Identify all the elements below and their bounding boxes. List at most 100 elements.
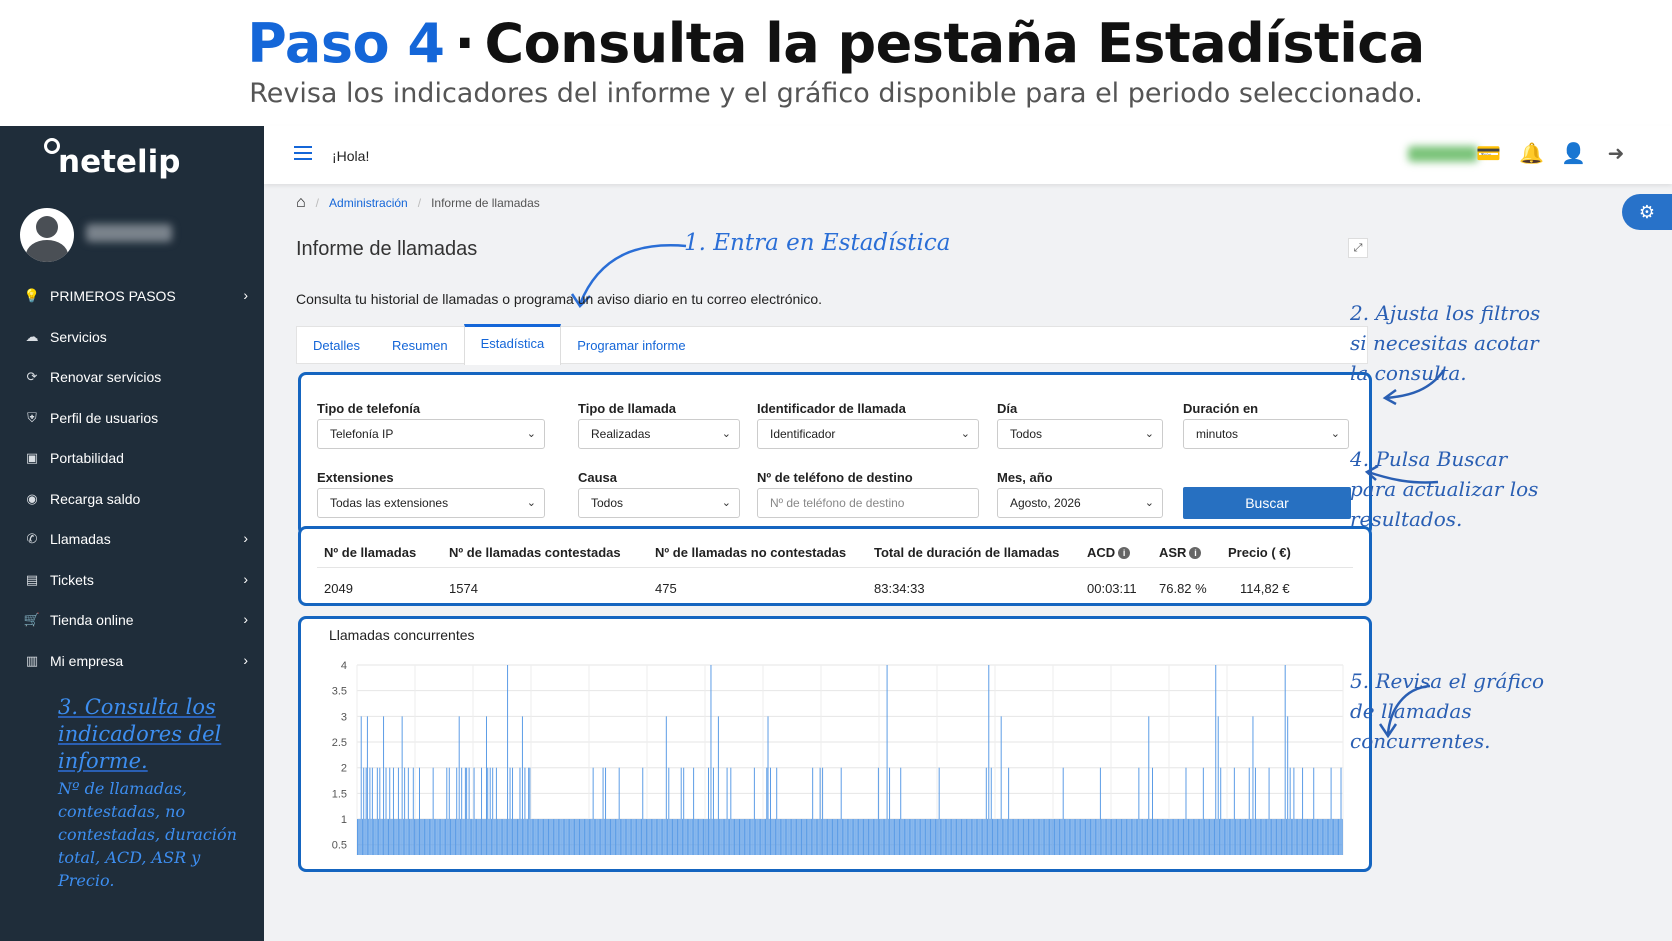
chart-bar — [807, 819, 809, 855]
chart-bar — [590, 819, 592, 855]
chart-bar — [853, 819, 855, 855]
banner-step: Paso 4 — [247, 12, 445, 75]
chart-bar — [1015, 819, 1017, 855]
chart-bar — [949, 819, 951, 855]
chart-bar — [466, 767, 468, 855]
sidebar-item-mi-empresa[interactable]: ▥ Mi empresa › — [0, 641, 264, 682]
avatar[interactable] — [20, 208, 74, 262]
chart-bar — [1201, 819, 1203, 855]
chart-bar — [420, 819, 422, 855]
sidebar-item-llamadas[interactable]: ✆ Llamadas › — [0, 519, 264, 560]
chart-bar — [920, 819, 922, 855]
tab-resumen[interactable]: Resumen — [376, 327, 464, 363]
tab-estadistica[interactable]: Estadística — [463, 324, 562, 365]
chart-bar — [391, 819, 393, 855]
select-duracion[interactable]: minutos ⌄ — [1183, 419, 1349, 449]
chart-bar — [1249, 819, 1251, 855]
buscar-button[interactable]: Buscar — [1183, 487, 1351, 519]
chart-bar — [1174, 819, 1176, 855]
chart-bar — [1123, 819, 1125, 855]
select-mes-ano[interactable]: Agosto, 2026 ⌄ — [997, 488, 1163, 518]
bell-icon[interactable]: 🔔 — [1519, 142, 1544, 166]
chart-bar — [1013, 819, 1015, 855]
chart-bar — [472, 819, 474, 855]
chart-bar — [1164, 819, 1166, 855]
chart-bar — [892, 819, 894, 855]
telefono-destino-input[interactable] — [757, 488, 979, 518]
chart-bar — [685, 819, 687, 855]
chart-bar — [1111, 819, 1113, 855]
chart-bar — [1010, 819, 1012, 855]
chart-bar — [890, 819, 892, 855]
info-icon[interactable]: i — [1118, 547, 1131, 559]
sidebar-item-renovar-servicios[interactable]: ⟳ Renovar servicios — [0, 357, 264, 398]
sidebar-item-tienda-online[interactable]: 🛒 Tienda online › — [0, 600, 264, 641]
chart-bar — [694, 819, 696, 855]
card-icon[interactable]: 💳 — [1476, 142, 1501, 166]
chart-bar — [1330, 767, 1332, 855]
chart-bar — [698, 819, 700, 855]
breadcrumb-administracion[interactable]: Administración — [329, 196, 408, 210]
chart-bar — [361, 819, 363, 855]
chart-bar — [383, 716, 385, 855]
tab-detalles[interactable]: Detalles — [297, 327, 376, 363]
sidebar-item-recarga-saldo[interactable]: ◉ Recarga saldo — [0, 479, 264, 520]
sidebar-item-perfil-de-usuarios[interactable]: ⛨ Perfil de usuarios — [0, 398, 264, 439]
chart-bar — [1298, 819, 1300, 855]
user-icon[interactable]: 👤 — [1561, 142, 1586, 166]
chart-bar — [776, 767, 778, 855]
expand-icon[interactable]: ⤢ — [1348, 238, 1368, 258]
chart-bar — [641, 819, 643, 855]
y-tick-label: 2 — [341, 763, 347, 775]
chart-bar — [745, 819, 747, 855]
home-icon[interactable]: ⌂ — [296, 194, 306, 212]
chevron-down-icon: ⌄ — [1330, 428, 1340, 440]
chart-bar — [736, 819, 738, 855]
select-dia[interactable]: Todos ⌄ — [997, 419, 1163, 449]
chart-bar — [921, 819, 923, 855]
tab-bar: Detalles Resumen Estadística Programar i… — [296, 324, 1368, 365]
chart-bar — [1199, 819, 1201, 855]
select-tipo-telefonia[interactable]: Telefonía IP ⌄ — [317, 419, 545, 449]
chart-bar — [1313, 767, 1315, 855]
sidebar-item-tickets[interactable]: ▤ Tickets › — [0, 560, 264, 601]
select-identificador[interactable]: Identificador ⌄ — [757, 419, 979, 449]
select-tipo-llamada[interactable]: Realizadas ⌄ — [578, 419, 740, 449]
chart-bar — [562, 819, 564, 855]
logo[interactable]: netelip — [58, 144, 180, 180]
chart-bar — [406, 819, 408, 855]
select-extensiones[interactable]: Todas las extensiones ⌄ — [317, 488, 545, 518]
chart-bar — [536, 819, 538, 855]
cloud-icon: ☁ — [25, 328, 39, 344]
chart-bar — [1127, 819, 1129, 855]
sidebar-item-portabilidad[interactable]: ▣ Portabilidad — [0, 438, 264, 479]
chart-bar — [1112, 819, 1114, 855]
chart-bar — [1179, 819, 1181, 855]
chart-bar — [1093, 819, 1095, 855]
sidebar-item-primeros-pasos[interactable]: 💡 PRIMEROS PASOS › — [0, 276, 264, 317]
logout-icon[interactable]: ➜ — [1604, 142, 1628, 166]
settings-gear-icon[interactable]: ⚙ — [1622, 194, 1672, 230]
chart-bar — [654, 819, 656, 855]
chart-bar — [458, 716, 460, 855]
chart-bar — [531, 819, 533, 855]
chart-bar — [1071, 819, 1073, 855]
concurrent-calls-chart: 4 3.5 3 2.5 2 1.5 1 0.5 — [332, 660, 1344, 855]
chart-bar — [910, 819, 912, 855]
chart-bar — [1292, 819, 1294, 855]
chart-bar — [1003, 819, 1005, 855]
chart-bar — [1068, 819, 1070, 855]
info-icon[interactable]: i — [1189, 547, 1202, 559]
sidebar-item-label: Mi empresa — [50, 652, 124, 669]
chart-bar — [1054, 819, 1056, 855]
chart-bar — [643, 819, 645, 855]
tab-programar-informe[interactable]: Programar informe — [561, 327, 701, 363]
chart-bar — [824, 819, 826, 855]
chart-bar — [411, 819, 413, 855]
chart-bar — [366, 716, 368, 855]
select-causa[interactable]: Todos ⌄ — [578, 488, 740, 518]
row-divider — [317, 567, 1353, 568]
menu-icon[interactable] — [294, 146, 312, 160]
sidebar-item-servicios[interactable]: ☁ Servicios — [0, 317, 264, 358]
chart-bar — [1300, 819, 1302, 855]
